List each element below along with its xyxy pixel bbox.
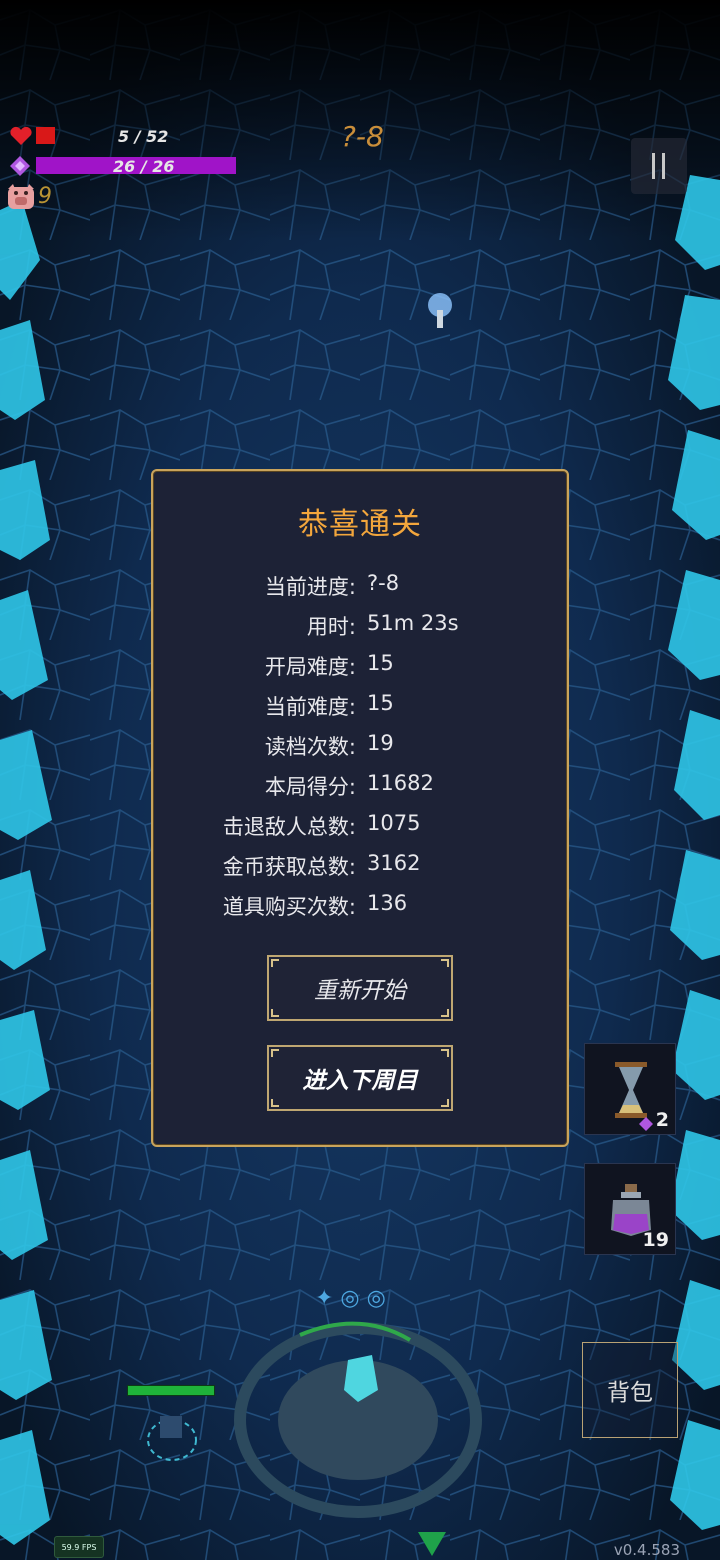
fps-counter: 59.9 FPS (54, 1536, 104, 1558)
stat-value: 3162 (367, 851, 421, 875)
stat-row: 读档次数: 19 (153, 731, 567, 761)
version-label: v0.4.583 (613, 1541, 680, 1559)
pause-button[interactable] (631, 138, 687, 194)
coin-count: 9 (38, 184, 52, 209)
hp-bar-fill (36, 127, 56, 144)
restart-button[interactable]: 重新开始 (267, 955, 453, 1021)
next-cycle-button[interactable]: 进入下周目 (267, 1045, 453, 1111)
item-slot-hourglass[interactable]: 2 (584, 1043, 676, 1135)
hourglass-icon (615, 1062, 647, 1118)
stat-row: 金币获取总数: 3162 (153, 851, 567, 881)
stat-value: 11682 (367, 771, 434, 795)
hp-text: 5 / 52 (118, 127, 169, 146)
pause-icon-bar (662, 153, 665, 179)
svg-text:✦ ◎ ◎: ✦ ◎ ◎ (315, 1286, 386, 1311)
stat-label: 当前难度: (264, 695, 356, 719)
stat-value: ?-8 (367, 571, 400, 595)
stat-label: 击退敌人总数: (222, 815, 356, 839)
stat-row: 当前进度: ?-8 (153, 571, 567, 601)
next-cycle-button-label: 进入下周目 (302, 1068, 418, 1094)
player-health-fill (128, 1386, 214, 1395)
stage-clear-dialog: 恭喜通关 当前进度: ?-8 用时: 51m 23s 开局难度: 15 当前难度… (151, 469, 569, 1147)
stat-row: 击退敌人总数: 1075 (153, 811, 567, 841)
stat-value: 1075 (367, 811, 421, 835)
stat-row: 开局难度: 15 (153, 651, 567, 681)
player-health-bar (127, 1385, 215, 1396)
bag-button[interactable]: 背包 (582, 1342, 678, 1438)
restart-button-label: 重新开始 (314, 978, 406, 1004)
stat-value: 15 (367, 691, 394, 715)
stat-label: 当前进度: (264, 575, 356, 599)
pig-icon (8, 184, 34, 209)
stat-row: 用时: 51m 23s (153, 611, 567, 641)
stat-value: 19 (367, 731, 394, 755)
stat-row: 本局得分: 11682 (153, 771, 567, 801)
stat-value: 51m 23s (367, 611, 459, 635)
mana-text: 26 / 26 (113, 157, 175, 176)
bag-button-label: 背包 (607, 1380, 653, 1406)
stat-row: 道具购买次数: 136 (153, 891, 567, 921)
stat-label: 金币获取总数: (222, 855, 356, 879)
item-slot-potion[interactable]: 19 (584, 1163, 676, 1255)
stage-label: ?-8 (341, 120, 384, 153)
stat-label: 读档次数: (264, 735, 356, 759)
diamond-icon (639, 1117, 653, 1131)
stat-label: 本局得分: (264, 775, 356, 799)
item-count: 19 (642, 1229, 669, 1251)
stat-value: 136 (367, 891, 408, 915)
diamond-icon (10, 156, 30, 176)
stat-label: 道具购买次数: (222, 895, 356, 919)
dialog-title: 恭喜通关 (298, 507, 422, 542)
heart-icon (10, 126, 32, 145)
pause-icon (652, 153, 655, 179)
stat-row: 当前难度: 15 (153, 691, 567, 721)
item-count: 2 (655, 1109, 669, 1131)
stat-label: 用时: (306, 615, 356, 639)
stat-value: 15 (367, 651, 394, 675)
stat-label: 开局难度: (264, 655, 356, 679)
